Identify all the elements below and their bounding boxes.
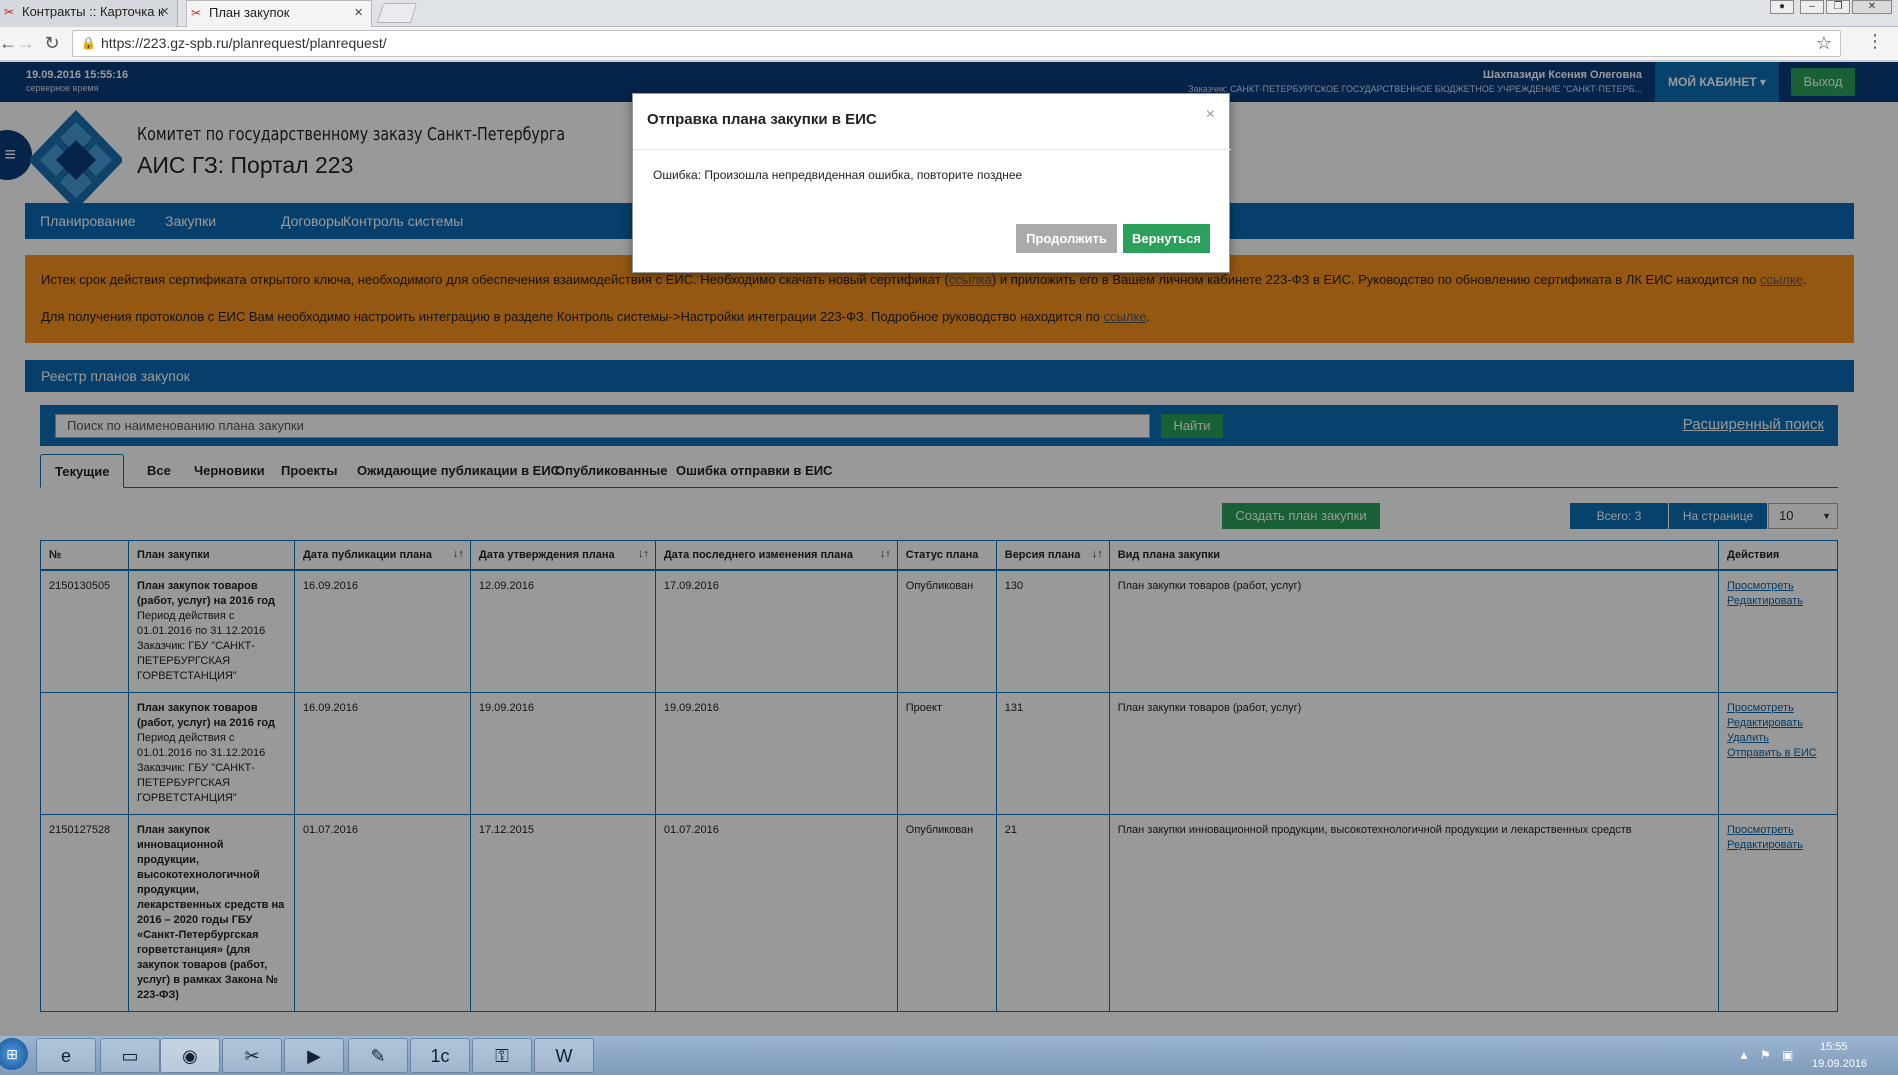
error-message: Ошибка: Произошла непредвиденная ошибка,… xyxy=(653,168,1023,182)
minimize-window-icon[interactable]: – xyxy=(1800,0,1824,14)
os-taskbar: ⊞ e ▭ ◉ ✂ ▶ ✎ 1с ⚿ W ▲ ⚑ ▣ 15:55 19.09.2… xyxy=(0,1036,1898,1075)
certificate-tool-icon[interactable]: ✎ xyxy=(348,1038,408,1073)
address-bar: ← → ↻ 🔒 https://223.gz-spb.ru/planreques… xyxy=(0,27,1898,61)
tray-network-icon[interactable]: ▣ xyxy=(1782,1048,1793,1062)
browser-tab-title: План закупок xyxy=(209,5,290,20)
user-profile-icon[interactable]: ● xyxy=(1770,0,1794,14)
media-player-icon[interactable]: ▶ xyxy=(284,1038,344,1073)
restore-window-icon[interactable]: ❐ xyxy=(1826,0,1850,14)
dialog-title: Отправка плана закупки в ЕИС xyxy=(647,111,877,128)
site-favicon-icon: ✂ xyxy=(191,6,202,20)
browser-tab-contracts[interactable]: ✂ Контракты :: Карточка к × xyxy=(0,0,178,27)
url-text: https://223.gz-spb.ru/planrequest/planre… xyxy=(101,35,387,51)
reload-icon[interactable]: ↻ xyxy=(40,31,64,55)
windows-start-icon[interactable]: ⊞ xyxy=(0,1038,28,1070)
browser-tab-plans[interactable]: ✂ План закупок × xyxy=(186,0,372,27)
return-button[interactable]: Вернуться xyxy=(1123,224,1210,253)
send-plan-dialog: Отправка плана закупки в ЕИС × Ошибка: П… xyxy=(632,93,1231,273)
bookmark-star-icon[interactable]: ☆ xyxy=(1816,33,1832,54)
new-tab-button[interactable] xyxy=(376,3,418,23)
continue-button[interactable]: Продолжить xyxy=(1016,224,1117,253)
close-icon[interactable]: × xyxy=(1206,106,1215,124)
browser-tab-title: Контракты :: Карточка к xyxy=(22,4,164,19)
internet-explorer-icon[interactable]: e xyxy=(36,1038,96,1073)
browser-tab-strip: ✂ Контракты :: Карточка к × ✂ План закуп… xyxy=(0,0,1898,27)
word-icon[interactable]: W xyxy=(534,1038,594,1073)
file-explorer-icon[interactable]: ▭ xyxy=(100,1038,160,1073)
snipping-tool-icon[interactable]: ✂ xyxy=(222,1038,282,1073)
close-window-icon[interactable]: ✕ xyxy=(1852,0,1892,14)
url-field[interactable]: 🔒 https://223.gz-spb.ru/planrequest/plan… xyxy=(72,30,1841,57)
forward-arrow-icon[interactable]: → xyxy=(14,31,38,55)
site-favicon-icon: ✂ xyxy=(4,5,15,19)
browser-menu-icon[interactable]: ⋮ xyxy=(1866,31,1884,52)
lock-icon: 🔒 xyxy=(81,36,96,50)
1c-icon[interactable]: 1с xyxy=(410,1038,470,1073)
crypto-pro-icon[interactable]: ⚿ xyxy=(472,1038,532,1073)
dialog-divider xyxy=(633,149,1231,150)
clock-date: 19.09.2016 xyxy=(1812,1058,1868,1070)
tray-flag-icon[interactable]: ⚑ xyxy=(1760,1048,1771,1062)
clock-time: 15:55 xyxy=(1820,1041,1848,1053)
tray-expand-icon[interactable]: ▲ xyxy=(1738,1048,1750,1062)
close-tab-icon[interactable]: × xyxy=(160,0,169,24)
chrome-icon[interactable]: ◉ xyxy=(160,1038,220,1073)
close-tab-icon[interactable]: × xyxy=(354,1,363,25)
